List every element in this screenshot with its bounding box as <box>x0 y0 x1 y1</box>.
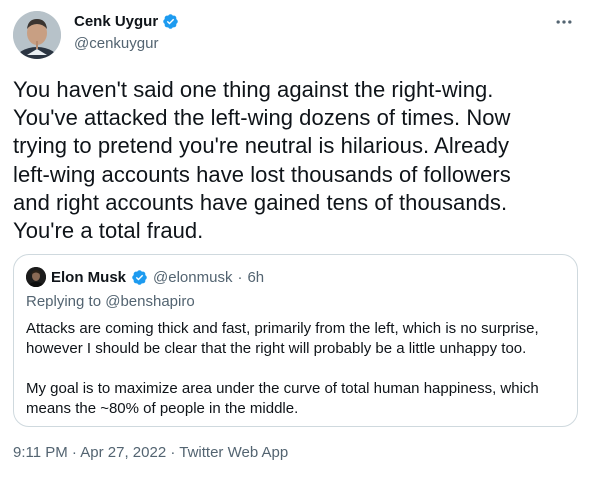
tweet-text-line: You haven't said one thing against the r… <box>13 77 494 102</box>
quoted-tweet-line: Attacks are coming thick and fast, prima… <box>26 320 539 337</box>
separator-dot: · <box>170 444 176 461</box>
tweet-time[interactable]: 9:11 PM <box>13 444 68 461</box>
tweet-text-line: You've attacked the left-wing dozens of … <box>13 105 511 131</box>
tweet-text-line: trying to pretend you're neutral is hila… <box>13 133 510 159</box>
tweet-source-link[interactable]: Twitter Web App <box>179 444 288 461</box>
more-horizontal-icon <box>556 20 572 24</box>
replying-to-handle: @benshapiro <box>105 293 195 310</box>
author-display-name[interactable]: Cenk Uygur <box>74 13 158 30</box>
tweet-date[interactable]: Apr 27, 2022 <box>80 444 166 461</box>
quoted-author-avatar <box>26 267 46 287</box>
quoted-tweet-header: Elon Musk @elonmusk · 6h <box>26 267 264 287</box>
quoted-tweet-text: Attacks are coming thick and fast, prima… <box>26 319 566 419</box>
quoted-tweet-time: 6h <box>247 268 265 286</box>
verified-badge-icon <box>162 13 179 30</box>
tweet-text: You haven't said one thing against the r… <box>13 76 578 245</box>
tweet-meta: 9:11 PM · Apr 27, 2022 · Twitter Web App <box>13 444 288 461</box>
tweet-text-line: and right accounts have gained tens of t… <box>13 189 508 215</box>
separator-dot: · <box>237 268 243 286</box>
author-avatar[interactable] <box>13 11 61 59</box>
quoted-author-handle: @elonmusk <box>153 268 233 286</box>
quoted-author-display-name: Elon Musk <box>51 268 127 286</box>
replying-to: Replying to @benshapiro <box>26 293 195 310</box>
quoted-tweet-paragraph: My goal is to maximize area under the cu… <box>26 379 566 419</box>
tweet: Cenk Uygur @cenkuygur You haven't said o… <box>0 0 590 479</box>
author-name-row: Cenk Uygur <box>74 13 179 30</box>
tweet-text-line: You're a total fraud. <box>13 218 204 244</box>
tweet-text-line: left-wing accounts have lost thousands o… <box>13 161 511 187</box>
more-options-button[interactable] <box>552 10 576 34</box>
separator-dot: · <box>71 444 77 461</box>
quoted-tweet-paragraph: Attacks are coming thick and fast, prima… <box>26 319 566 359</box>
replying-to-label: Replying to <box>26 293 102 310</box>
quoted-tweet-card[interactable]: Elon Musk @elonmusk · 6h Replying to @be… <box>13 254 578 427</box>
author-handle[interactable]: @cenkuygur <box>74 35 158 52</box>
verified-badge-icon <box>131 269 148 286</box>
quoted-tweet-line: means the ~80% of people in the middle. <box>26 400 299 417</box>
quoted-tweet-line: My goal is to maximize area under the cu… <box>26 380 539 397</box>
quoted-tweet-line: however I should be clear that the right… <box>26 340 527 357</box>
